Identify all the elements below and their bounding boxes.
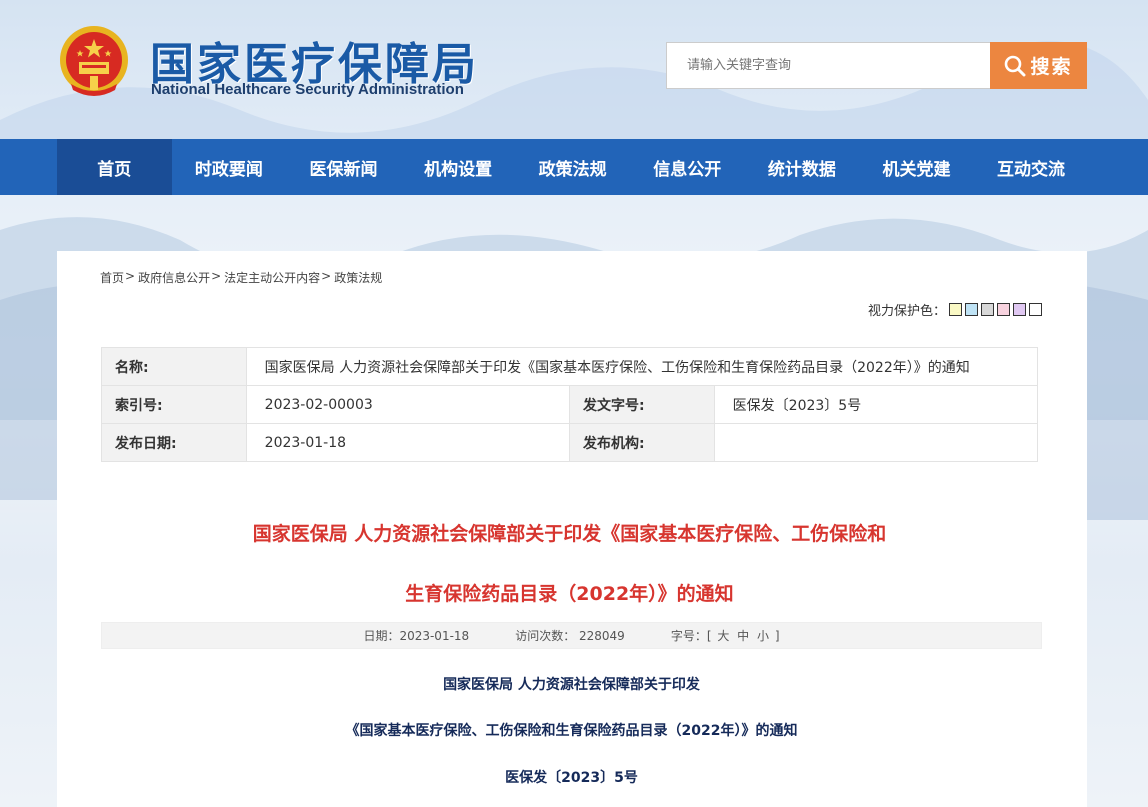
swatch-blue[interactable]: [965, 303, 978, 316]
article-title-line1: 国家医保局 人力资源社会保障部关于印发《国家基本医疗保险、工伤保险和: [252, 523, 887, 545]
publisher-label: 发布机构:: [568, 423, 715, 462]
swatch-gray[interactable]: [981, 303, 994, 316]
visit-count: 访问次数： 228049: [515, 629, 625, 643]
nav-item-news[interactable]: 时政要闻: [172, 139, 287, 195]
publish-date-label: 发布日期:: [101, 423, 247, 462]
font-size-label: 字号：[: [670, 629, 712, 643]
font-size-control: 字号：[ 大 中 小 ]: [671, 627, 780, 644]
publisher-value: [713, 423, 1039, 462]
index-label: 索引号:: [101, 385, 247, 424]
breadcrumb-separator: >: [211, 269, 222, 283]
content-panel: 首页 > 政府信息公开 > 法定主动公开内容 > 政策法规 视力保护色： 名称: 国家…: [57, 251, 1087, 807]
doc-number-label: 发文字号:: [568, 385, 715, 424]
site-header: 国家医疗保障局 National Healthcare Security Adm…: [0, 0, 1148, 139]
publish-date-value: 2023-01-18: [245, 423, 570, 462]
nav-item-home[interactable]: 首页: [57, 139, 172, 195]
breadcrumb: 首页 > 政府信息公开 > 法定主动公开内容 > 政策法规: [100, 269, 382, 286]
document-heading-line1: 国家医保局 人力资源社会保障部关于印发: [443, 677, 700, 693]
swatch-pink[interactable]: [997, 303, 1010, 316]
document-heading-line2: 《国家基本医疗保险、工伤保险和生育保险药品目录（2022年）》的通知: [345, 723, 798, 739]
main-nav: 首页 时政要闻 医保新闻 机构设置 政策法规 信息公开 统计数据 机关党建 互动…: [0, 139, 1148, 195]
doc-number-value: 医保发〔2023〕5号: [713, 385, 1039, 424]
eye-protect-label: 视力保护色：: [867, 304, 946, 319]
swatch-yellow[interactable]: [949, 303, 962, 316]
font-size-end: ]: [774, 629, 780, 643]
nav-item-policies[interactable]: 政策法规: [515, 139, 630, 195]
table-row: 名称: 国家医保局 人力资源社会保障部关于印发《国家基本医疗保险、工伤保险和生育…: [101, 347, 1039, 386]
name-value: 国家医保局 人力资源社会保障部关于印发《国家基本医疗保险、工伤保险和生育保险药品…: [245, 347, 1039, 386]
breadcrumb-policies[interactable]: 政策法规: [334, 269, 382, 286]
search-button[interactable]: 搜索: [990, 42, 1087, 89]
national-emblem-icon[interactable]: [57, 22, 131, 102]
font-size-small[interactable]: 小: [755, 629, 771, 643]
search-input[interactable]: [666, 42, 991, 89]
nav-item-insurance-news[interactable]: 医保新闻: [286, 139, 401, 195]
nav-item-organization[interactable]: 机构设置: [401, 139, 516, 195]
table-row: 发布日期: 2023-01-18 发布机构:: [101, 423, 1039, 462]
breadcrumb-separator: >: [321, 269, 332, 283]
swatch-purple[interactable]: [1013, 303, 1026, 316]
nav-item-disclosure[interactable]: 信息公开: [630, 139, 745, 195]
breadcrumb-gov-info[interactable]: 政府信息公开: [138, 269, 210, 286]
breadcrumb-separator: >: [125, 269, 136, 283]
article-title-line2: 生育保险药品目录（2022年）》的通知: [405, 583, 734, 605]
search-button-label: 搜索: [1030, 56, 1073, 78]
font-size-large[interactable]: 大: [715, 629, 731, 643]
article-meta-bar: 日期：2023-01-18 访问次数： 228049 字号：[ 大 中 小 ]: [101, 622, 1042, 649]
breadcrumb-home[interactable]: 首页: [100, 269, 124, 286]
breadcrumb-statutory[interactable]: 法定主动公开内容: [224, 269, 320, 286]
nav-item-statistics[interactable]: 统计数据: [745, 139, 860, 195]
eye-protect-colors: 视力保护色：: [868, 300, 1042, 319]
nav-item-interaction[interactable]: 互动交流: [974, 139, 1089, 195]
nav-item-party[interactable]: 机关党建: [859, 139, 974, 195]
search-icon: [1005, 55, 1026, 76]
site-title-en: National Healthcare Security Administrat…: [151, 81, 464, 98]
table-row: 索引号: 2023-02-00003 发文字号: 医保发〔2023〕5号: [101, 385, 1039, 424]
article-title: 国家医保局 人力资源社会保障部关于印发《国家基本医疗保险、工伤保险和 生育保险药…: [101, 504, 1038, 624]
index-value: 2023-02-00003: [245, 385, 570, 424]
document-number-line: 医保发〔2023〕5号: [505, 770, 638, 786]
swatch-white[interactable]: [1029, 303, 1042, 316]
font-size-medium[interactable]: 中: [735, 629, 751, 643]
article-date: 日期：2023-01-18: [363, 629, 470, 643]
document-info-table: 名称: 国家医保局 人力资源社会保障部关于印发《国家基本医疗保险、工伤保险和生育…: [101, 347, 1039, 462]
name-label: 名称:: [101, 347, 247, 386]
